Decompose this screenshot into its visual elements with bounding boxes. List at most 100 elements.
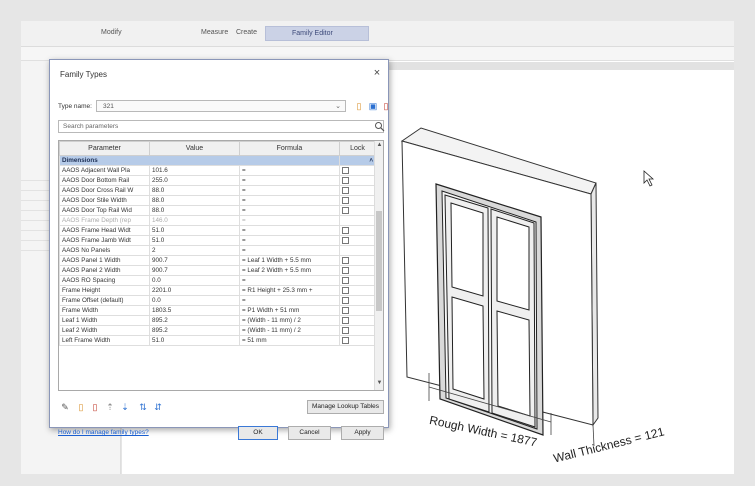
col-formula[interactable]: Formula [239, 141, 340, 156]
formula-cell[interactable]: = Leaf 2 Width + 5.5 mm [239, 265, 340, 276]
formula-cell[interactable]: = (Width - 11 mm) / 2 [239, 325, 340, 336]
formula-cell[interactable]: = 51 mm [239, 335, 340, 346]
value-cell[interactable]: 51.0 [149, 335, 240, 346]
lock-checkbox[interactable] [342, 296, 349, 304]
parameter-cell[interactable]: Frame Offset (default) [59, 295, 150, 306]
search-icon[interactable] [374, 121, 385, 132]
ok-button[interactable]: OK [238, 426, 278, 440]
table-row[interactable]: Leaf 1 Width 895.2 = (Width - 11 mm) / 2 [59, 315, 376, 326]
col-value[interactable]: Value [149, 141, 240, 156]
lock-checkbox[interactable] [342, 226, 349, 234]
scroll-up-icon[interactable]: ▲ [375, 142, 383, 148]
formula-cell[interactable]: = [239, 235, 340, 246]
manage-lookup-tables-button[interactable]: Manage Lookup Tables [307, 400, 384, 414]
parameter-cell[interactable]: Leaf 2 Width [59, 325, 150, 336]
value-cell[interactable]: 895.2 [149, 315, 240, 326]
table-row[interactable]: Frame Width 1803.5 = P1 Width + 51 mm [59, 305, 376, 316]
table-row[interactable]: AAOS Panel 1 Width 900.7 = Leaf 1 Width + … [59, 255, 376, 266]
new-type-icon[interactable]: ▯ [353, 100, 365, 112]
value-cell[interactable]: 146.0 [149, 215, 240, 226]
col-lock[interactable]: Lock [339, 141, 376, 156]
formula-cell[interactable]: = [239, 165, 340, 176]
parameter-cell[interactable]: AAOS Frame Jamb Widt [59, 235, 150, 246]
col-parameter[interactable]: Parameter [59, 141, 150, 156]
formula-cell[interactable]: = [239, 275, 340, 286]
formula-cell[interactable]: = (Width - 11 mm) / 2 [239, 315, 340, 326]
new-parameter-icon[interactable]: ▯ [76, 401, 86, 413]
value-cell[interactable]: 101.6 [149, 165, 240, 176]
lock-checkbox[interactable] [342, 166, 349, 174]
value-cell[interactable]: 1803.5 [149, 305, 240, 316]
lock-checkbox[interactable] [342, 286, 349, 294]
lock-checkbox[interactable] [342, 316, 349, 324]
value-cell[interactable]: 2201.0 [149, 285, 240, 296]
parameter-cell[interactable]: AAOS Frame Depth (rep [59, 215, 150, 226]
parameter-cell[interactable]: Frame Width [59, 305, 150, 316]
parameter-cell[interactable]: Leaf 1 Width [59, 315, 150, 326]
move-up-icon[interactable]: ⇡ [105, 401, 115, 413]
parameter-cell[interactable]: AAOS No Panels [59, 245, 150, 256]
formula-cell[interactable]: = [239, 215, 340, 226]
parameter-cell[interactable]: AAOS Door Top Rail Wid [59, 205, 150, 216]
formula-cell[interactable]: = [239, 225, 340, 236]
value-cell[interactable]: 2 [149, 245, 240, 256]
table-row[interactable]: AAOS Door Top Rail Wid 88.0 = [59, 205, 376, 216]
lock-checkbox[interactable] [342, 206, 349, 214]
value-cell[interactable]: 0.0 [149, 295, 240, 306]
apply-button[interactable]: Apply [341, 426, 384, 440]
parameter-cell[interactable]: AAOS Door Cross Rail W [59, 185, 150, 196]
rename-type-icon[interactable]: ▣ [367, 100, 379, 112]
table-row[interactable]: Leaf 2 Width 895.2 = (Width - 11 mm) / 2 [59, 325, 376, 336]
scroll-down-icon[interactable]: ▼ [375, 380, 383, 386]
lock-checkbox[interactable] [342, 176, 349, 184]
type-name-select[interactable]: 321 ⌄ [96, 100, 346, 112]
formula-cell[interactable]: = [239, 205, 340, 216]
formula-cell[interactable]: = Leaf 1 Width + 5.5 mm [239, 255, 340, 266]
value-cell[interactable]: 900.7 [149, 255, 240, 266]
parameter-cell[interactable]: AAOS Panel 1 Width [59, 255, 150, 266]
delete-type-icon[interactable]: ▯ [380, 100, 392, 112]
value-cell[interactable]: 51.0 [149, 235, 240, 246]
table-row[interactable]: AAOS Door Bottom Rail 255.0 = [59, 175, 376, 186]
formula-cell[interactable]: = [239, 295, 340, 306]
collapse-icon[interactable]: ˄ [339, 155, 376, 166]
table-row[interactable]: AAOS Door Cross Rail W 88.0 = [59, 185, 376, 196]
formula-cell[interactable]: = P1 Width + 51 mm [239, 305, 340, 316]
table-row[interactable]: Frame Height 2201.0 = R1 Height + 25.3 mm … [59, 285, 376, 296]
value-cell[interactable]: 88.0 [149, 195, 240, 206]
parameter-cell[interactable]: Left Frame Width [59, 335, 150, 346]
cancel-button[interactable]: Cancel [288, 426, 331, 440]
lock-checkbox[interactable] [342, 256, 349, 264]
table-row[interactable]: AAOS RO Spacing 0.0 = [59, 275, 376, 286]
move-down-icon[interactable]: ⇣ [120, 401, 130, 413]
lock-checkbox[interactable] [342, 326, 349, 334]
lock-checkbox[interactable] [342, 276, 349, 284]
edit-parameter-icon[interactable]: ✎ [60, 401, 70, 413]
sort-ascending-icon[interactable]: ⇅ [138, 401, 148, 413]
help-link[interactable]: How do I manage family types? [58, 429, 149, 436]
formula-cell[interactable]: = R1 Height + 25.3 mm + [239, 285, 340, 296]
lock-checkbox[interactable] [342, 236, 349, 244]
table-row[interactable]: AAOS Panel 2 Width 900.7 = Leaf 2 Width + … [59, 265, 376, 276]
value-cell[interactable]: 895.2 [149, 325, 240, 336]
table-row[interactable]: AAOS Frame Jamb Widt 51.0 = [59, 235, 376, 246]
value-cell[interactable]: 51.0 [149, 225, 240, 236]
value-cell[interactable]: 900.7 [149, 265, 240, 276]
delete-parameter-icon[interactable]: ▯ [90, 401, 100, 413]
value-cell[interactable]: 255.0 [149, 175, 240, 186]
scroll-thumb[interactable] [376, 211, 382, 311]
table-row[interactable]: AAOS Frame Depth (rep 146.0 = [59, 215, 376, 226]
lock-checkbox[interactable] [342, 196, 349, 204]
parameter-cell[interactable]: AAOS Frame Head Widt [59, 225, 150, 236]
table-row[interactable]: AAOS Frame Head Widt 51.0 = [59, 225, 376, 236]
table-row[interactable]: AAOS Adjacent Wall Pla 101.6 = [59, 165, 376, 176]
formula-cell[interactable]: = [239, 175, 340, 186]
table-row[interactable]: AAOS No Panels 2 = [59, 245, 376, 256]
value-cell[interactable]: 88.0 [149, 185, 240, 196]
parameter-cell[interactable]: Frame Height [59, 285, 150, 296]
parameter-cell[interactable]: AAOS Door Stile Width [59, 195, 150, 206]
parameter-cell[interactable]: AAOS Adjacent Wall Pla [59, 165, 150, 176]
lock-checkbox[interactable] [342, 186, 349, 194]
lock-checkbox[interactable] [342, 266, 349, 274]
table-row[interactable]: Frame Offset (default) 0.0 = [59, 295, 376, 306]
